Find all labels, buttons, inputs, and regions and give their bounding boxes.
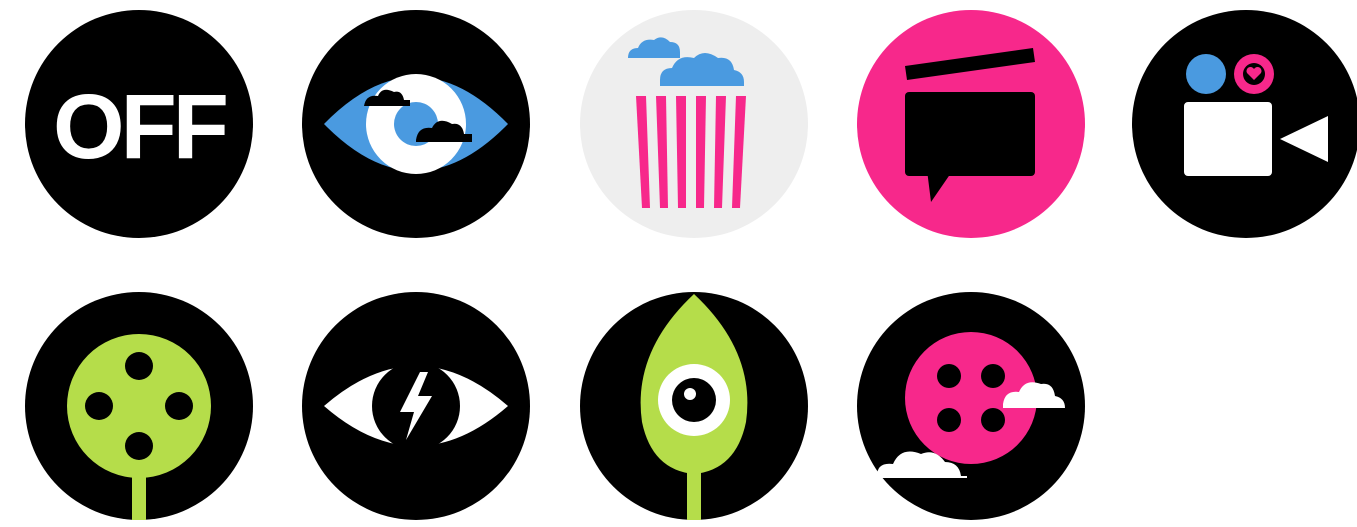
eye-clouds-icon	[302, 10, 530, 238]
video-camera-heart-icon	[1132, 10, 1357, 238]
clapperboard-speech-icon	[857, 10, 1085, 238]
leaf-eye-icon	[580, 292, 808, 520]
icon-grid: OFF	[0, 0, 1357, 527]
eye-lightning-icon	[302, 292, 530, 520]
off-icon: OFF	[25, 10, 253, 238]
popcorn-icon	[580, 10, 808, 238]
off-label: OFF	[53, 76, 226, 178]
film-reel-clouds-icon	[857, 292, 1085, 520]
film-reel-tree-icon	[25, 292, 253, 520]
